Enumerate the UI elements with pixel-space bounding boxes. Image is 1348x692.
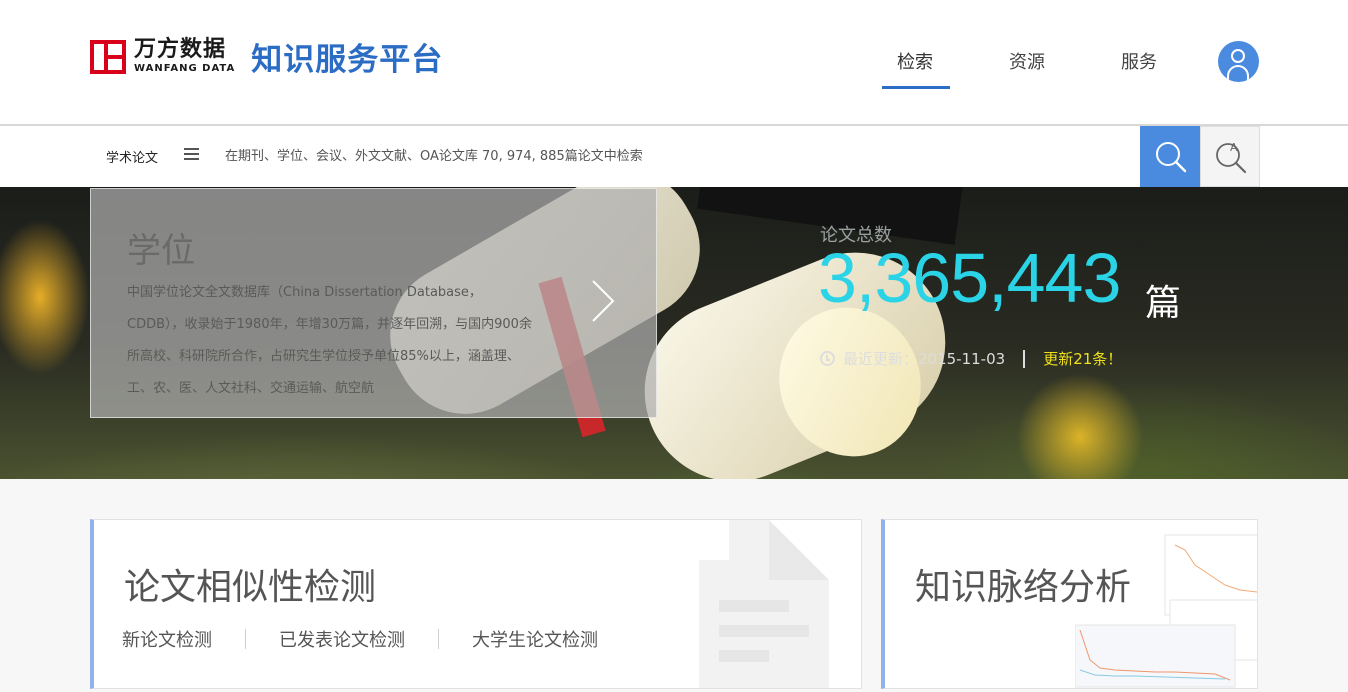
nav-services[interactable]: 服务 xyxy=(1121,48,1157,74)
paper-total-count: 3,365,443 xyxy=(818,239,1121,317)
nav-search[interactable]: 检索 xyxy=(897,48,933,74)
knowledge-analysis-card[interactable]: 知识脉络分析 xyxy=(881,519,1258,689)
similarity-check-title: 论文相似性检测 xyxy=(124,567,377,608)
search-input[interactable] xyxy=(215,140,1115,172)
chevron-right-icon[interactable] xyxy=(591,279,615,323)
tools-section: 论文相似性检测 新论文检测 已发表论文检测 大学生论文检测 知识脉络分析 xyxy=(0,479,1348,692)
database-title: 学位 xyxy=(127,231,195,271)
menu-icon[interactable] xyxy=(184,148,199,161)
platform-title: 知识服务平台 xyxy=(251,42,444,78)
search-category-select[interactable]: 学术论文 xyxy=(106,147,158,166)
similarity-check-card[interactable]: 论文相似性检测 新论文检测 已发表论文检测 大学生论文检测 xyxy=(90,519,862,689)
advanced-search-icon: A xyxy=(1216,141,1247,174)
search-icon xyxy=(1156,142,1187,173)
similarity-check-links: 新论文检测 已发表论文检测 大学生论文检测 xyxy=(122,626,598,652)
document-icon xyxy=(699,520,829,688)
logo-english-name: WANFANG DATA xyxy=(134,63,236,74)
database-info-card: 学位 中国学位论文全文数据库（China Dissertation Databa… xyxy=(90,188,657,418)
paper-count-unit: 篇 xyxy=(1145,283,1182,324)
top-header: 万方数据 WANFANG DATA 知识服务平台 检索 资源 服务 xyxy=(0,0,1348,124)
svg-text:A: A xyxy=(1230,141,1238,154)
wanfang-logo-icon xyxy=(90,39,126,74)
nav-resources[interactable]: 资源 xyxy=(1009,48,1045,74)
user-avatar-button[interactable] xyxy=(1218,41,1259,82)
clock-icon xyxy=(820,351,835,366)
user-icon xyxy=(1231,49,1245,63)
new-updates-count[interactable]: 更新21条！ xyxy=(1043,348,1122,369)
knowledge-analysis-title: 知识脉络分析 xyxy=(915,567,1132,608)
advanced-search-button[interactable]: A xyxy=(1200,126,1260,187)
update-info: 最近更新：2015-11-03 更新21条！ xyxy=(820,348,1122,369)
nav-active-indicator xyxy=(882,86,950,89)
database-description: 中国学位论文全文数据库（China Dissertation Database，… xyxy=(127,285,532,396)
published-paper-check-link[interactable]: 已发表论文检测 xyxy=(279,626,405,652)
search-button[interactable] xyxy=(1140,126,1200,187)
brand-logo[interactable]: 万方数据 WANFANG DATA 知识服务平台 xyxy=(90,34,443,79)
logo-chinese-name: 万方数据 xyxy=(134,37,227,62)
new-paper-check-link[interactable]: 新论文检测 xyxy=(122,626,212,652)
search-bar: 学术论文 A xyxy=(0,126,1348,187)
last-update-date: 最近更新：2015-11-03 xyxy=(843,350,1006,368)
student-paper-check-link[interactable]: 大学生论文检测 xyxy=(472,626,598,652)
